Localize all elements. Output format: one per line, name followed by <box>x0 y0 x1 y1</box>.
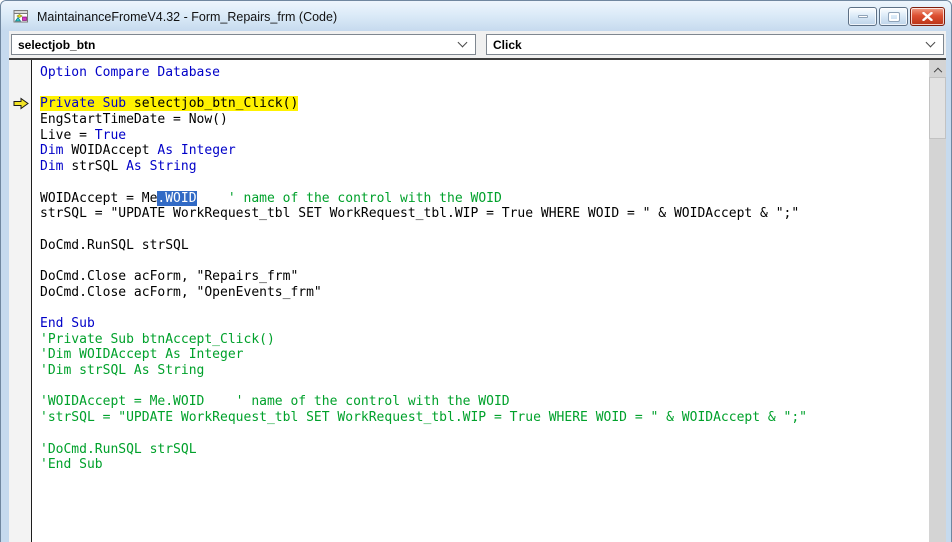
code-segment: Dim <box>40 159 72 175</box>
maximize-icon <box>887 11 900 22</box>
combo-row: selectjob_btn Click <box>9 31 946 58</box>
code-segment: End Sub <box>40 316 95 331</box>
code-line[interactable] <box>40 81 929 97</box>
code-line[interactable]: 'End Sub <box>40 457 929 473</box>
code-segment: 'Private Sub btnAccept_Click() <box>40 331 275 347</box>
code-segment: 'strSQL = "UPDATE WorkRequest_tbl SET Wo… <box>40 410 808 426</box>
code-line[interactable]: 'DoCmd.RunSQL strSQL <box>40 442 929 458</box>
code-segment: 'Dim WOIDAccept As Integer <box>40 347 244 363</box>
code-line[interactable]: Private Sub selectjob_btn_Click() <box>40 96 929 112</box>
code-segment: strSQL <box>71 159 127 175</box>
code-line[interactable] <box>40 379 929 395</box>
vbe-code-window: MaintainanceFromeV4.32 - Form_Repairs_fr… <box>0 0 952 542</box>
code-segment: strSQL = "UPDATE WorkRequest_tbl SET Wor… <box>40 206 800 222</box>
scrollbar-thumb[interactable] <box>929 77 946 139</box>
close-icon <box>922 12 933 21</box>
code-line[interactable]: Dim WOIDAccept As Integer <box>40 143 929 159</box>
code-line[interactable] <box>40 175 929 191</box>
code-segment: EngStartTimeDate = Now() <box>40 112 228 128</box>
code-segment: 'WOIDAccept = Me.WOID ' name of the cont… <box>40 394 510 410</box>
minimize-icon <box>857 15 868 18</box>
code-segment: Dim <box>40 143 72 159</box>
code-lines: Option Compare Database Private Sub selec… <box>33 60 929 473</box>
code-line[interactable]: 'Dim WOIDAccept As Integer <box>40 347 929 363</box>
code-line[interactable]: 'WOIDAccept = Me.WOID ' name of the cont… <box>40 394 929 410</box>
object-combobox-value: selectjob_btn <box>18 37 96 52</box>
code-line[interactable]: WOIDAccept = Me.WOID ' name of the contr… <box>40 190 929 207</box>
breakpoint-margin[interactable] <box>9 60 32 542</box>
code-segment: As Integer <box>157 143 236 159</box>
window-controls <box>848 6 945 26</box>
code-line[interactable] <box>40 300 929 316</box>
code-line[interactable]: DoCmd.Close acForm, "Repairs_frm" <box>40 269 929 285</box>
code-segment: DoCmd.Close acForm, "OpenEvents_frm" <box>40 284 322 300</box>
code-line[interactable]: EngStartTimeDate = Now() <box>40 112 929 128</box>
chevron-down-icon[interactable] <box>457 37 468 48</box>
procedure-combobox-value: Click <box>493 37 522 52</box>
vba-form-icon[interactable] <box>13 8 30 24</box>
code-line[interactable] <box>40 253 929 269</box>
code-line[interactable]: 'Private Sub btnAccept_Click() <box>40 332 929 348</box>
code-line[interactable] <box>40 426 929 442</box>
code-segment: DoCmd.Close acForm, "Repairs_frm" <box>40 268 299 284</box>
chevron-down-icon[interactable] <box>925 37 936 48</box>
code-line[interactable]: Dim strSQL As String <box>40 159 929 175</box>
object-combobox[interactable]: selectjob_btn <box>11 34 476 55</box>
code-segment: Option Compare Database <box>40 65 221 80</box>
code-line[interactable]: DoCmd.Close acForm, "OpenEvents_frm" <box>40 285 929 301</box>
window-frame: MaintainanceFromeV4.32 - Form_Repairs_fr… <box>0 0 952 542</box>
code-line[interactable]: Live = True <box>40 128 929 144</box>
scroll-up-button[interactable] <box>929 60 946 77</box>
close-button[interactable] <box>910 7 945 26</box>
code-line[interactable]: strSQL = "UPDATE WorkRequest_tbl SET Wor… <box>40 206 929 222</box>
code-line[interactable] <box>40 222 929 238</box>
code-pane: Option Compare Database Private Sub selec… <box>9 58 946 542</box>
chevron-up-icon <box>933 67 942 76</box>
minimize-button[interactable] <box>848 7 877 26</box>
code-line[interactable]: 'strSQL = "UPDATE WorkRequest_tbl SET Wo… <box>40 410 929 426</box>
selected-text: .WOID <box>157 190 197 206</box>
titlebar[interactable]: MaintainanceFromeV4.32 - Form_Repairs_fr… <box>1 1 951 31</box>
code-segment: 'DoCmd.RunSQL strSQL <box>40 441 197 457</box>
maximize-button[interactable] <box>879 7 908 26</box>
code-line[interactable]: Option Compare Database <box>40 65 929 81</box>
code-segment: 'End Sub <box>40 457 103 473</box>
code-segment: WOIDAccept <box>71 143 158 159</box>
window-title: MaintainanceFromeV4.32 - Form_Repairs_fr… <box>37 9 338 24</box>
code-editor[interactable]: Option Compare Database Private Sub selec… <box>33 60 929 542</box>
code-segment: As String <box>126 159 197 175</box>
code-segment: 'Dim strSQL As String <box>40 363 205 379</box>
procedure-combobox[interactable]: Click <box>486 34 944 55</box>
code-segment: True <box>94 127 127 143</box>
code-segment: DoCmd.RunSQL strSQL <box>40 237 189 253</box>
code-line[interactable]: 'Dim strSQL As String <box>40 363 929 379</box>
code-segment: Private Sub <box>40 96 134 112</box>
code-line[interactable]: DoCmd.RunSQL strSQL <box>40 238 929 254</box>
vertical-scrollbar[interactable] <box>929 60 946 542</box>
code-segment: Live = <box>40 127 95 143</box>
code-line[interactable]: End Sub <box>40 316 929 332</box>
execution-arrow-icon[interactable] <box>13 97 29 110</box>
code-segment: ' name of the control with the WOID <box>227 190 502 206</box>
code-segment: selectjob_btn_Click() <box>133 96 299 112</box>
code-segment: WOIDAccept = Me <box>40 190 158 206</box>
